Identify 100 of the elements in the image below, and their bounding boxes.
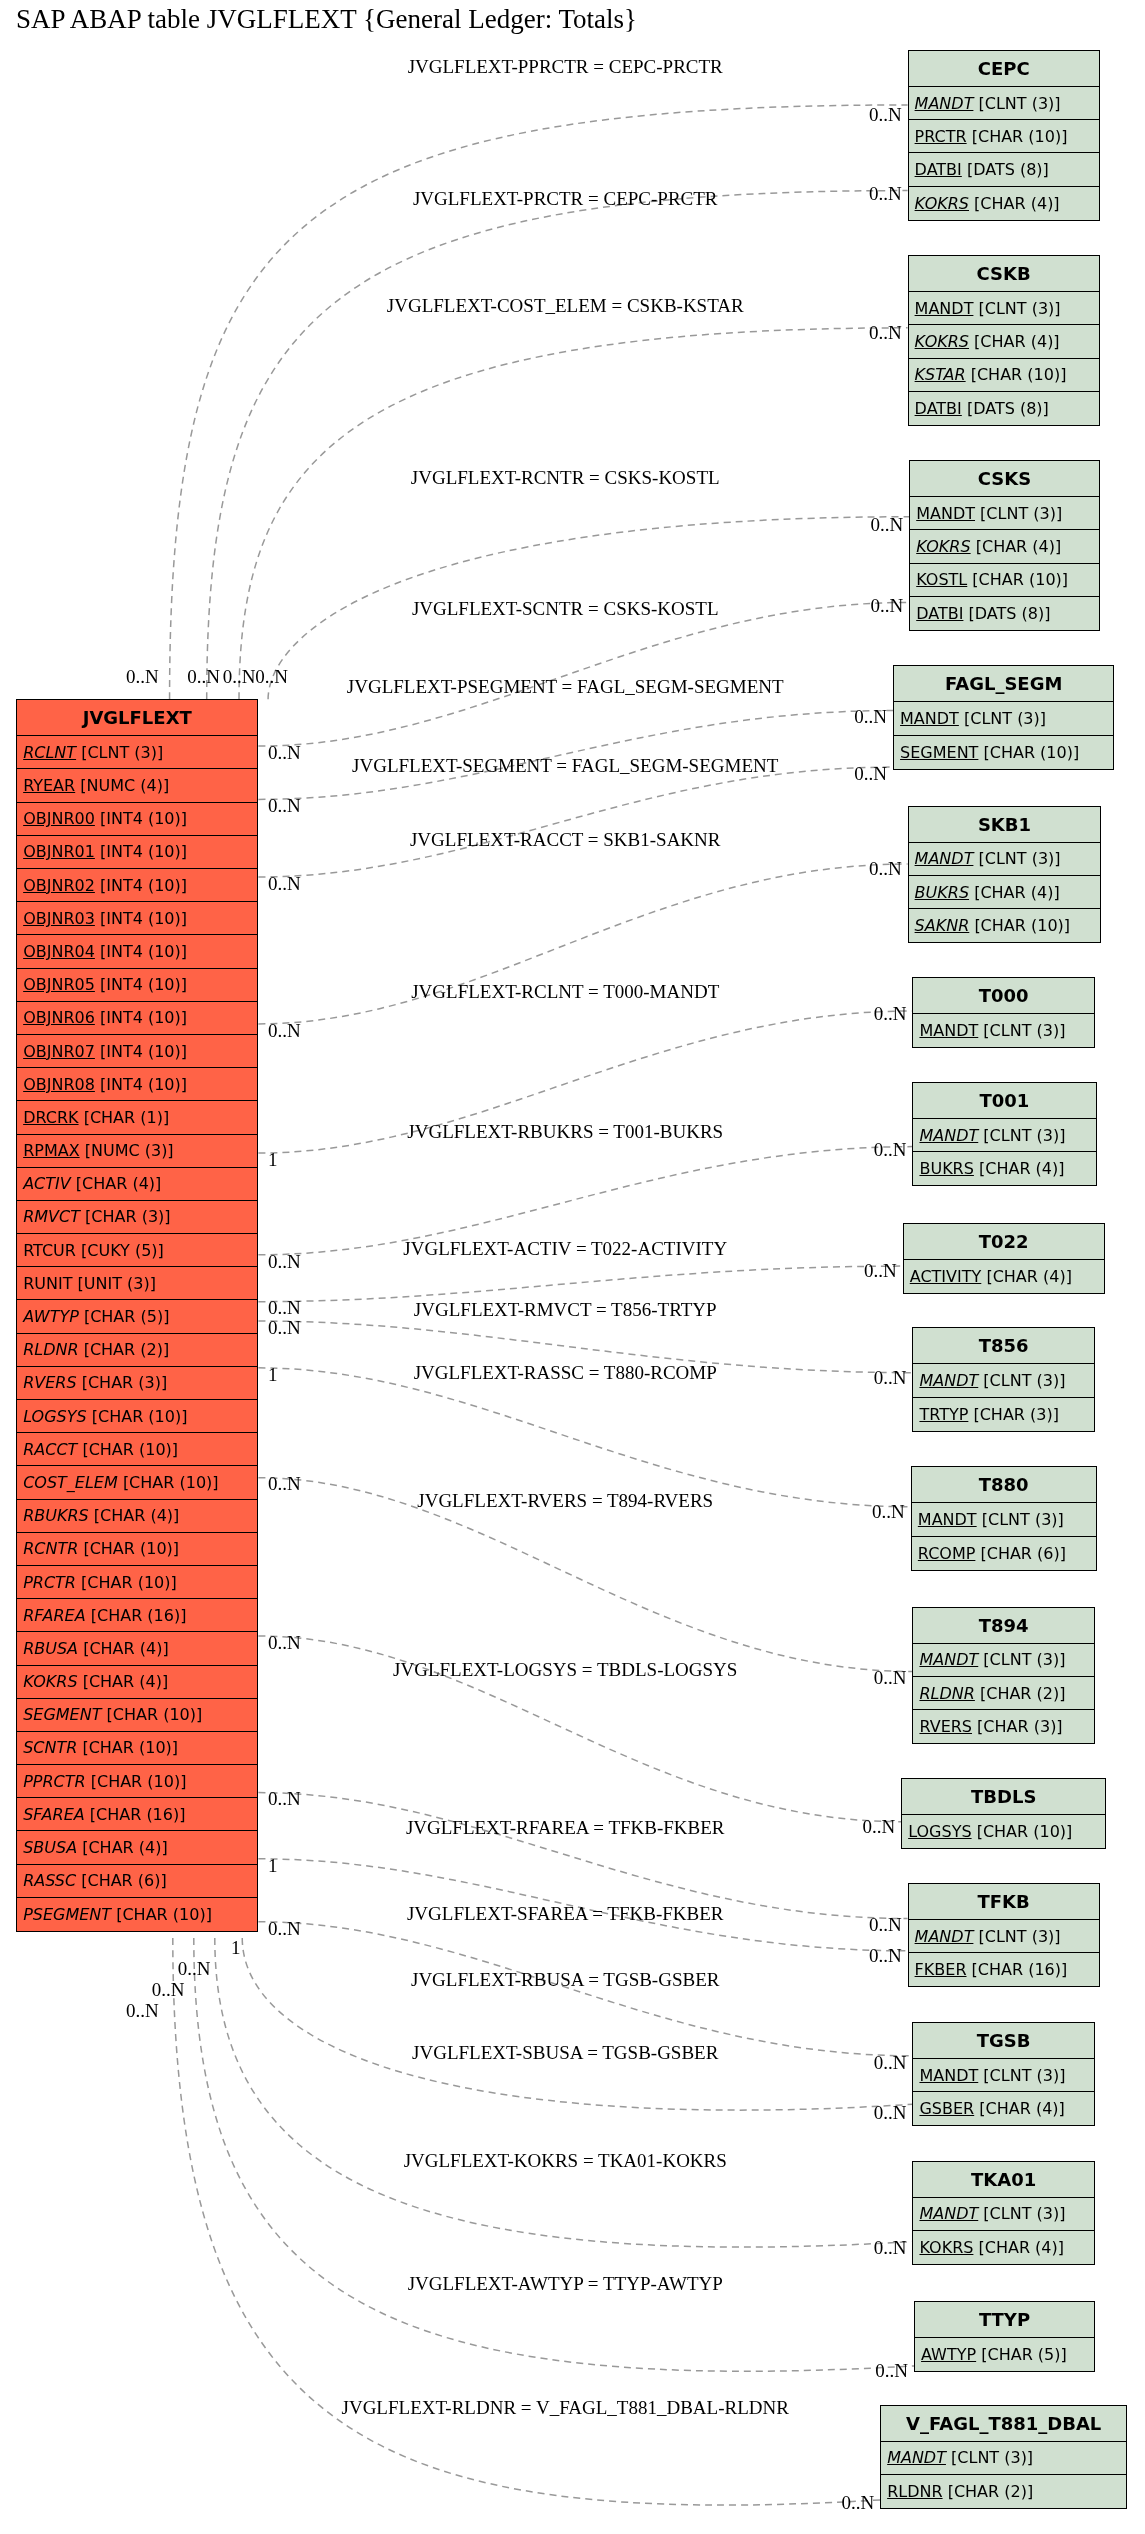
relationship-label: JVGLFLEXT-RFAREA = TFKB-FKBER — [405, 1818, 725, 1838]
field-row: RBUKRS [CHAR (4)] — [17, 1499, 258, 1533]
field-row: SBUSA [CHAR (4)] — [17, 1831, 258, 1865]
cardinality-label: 0..N — [873, 1367, 907, 1387]
field-row-text: AWTYP [CHAR (5)] — [920, 2344, 1068, 2367]
table-header: TBDLS — [902, 1779, 1106, 1816]
field-row: BUKRS [CHAR (4)] — [908, 876, 1101, 910]
field-row: RACCT [CHAR (10)] — [17, 1433, 258, 1467]
table-header: T022 — [903, 1223, 1104, 1260]
relationship-label: JVGLFLEXT-PSEGMENT = FAGL_SEGM-SEGMENT — [346, 676, 784, 696]
field-row: OBJNR06 [INT4 (10)] — [17, 1001, 258, 1035]
field-row: KOSTL [CHAR (10)] — [910, 563, 1099, 597]
field-row: MANDT [CLNT (3)] — [913, 1643, 1094, 1678]
field-row: ACTIV [CHAR (4)] — [17, 1167, 258, 1201]
table-header: CEPC — [908, 51, 1099, 88]
field-row: MANDT [CLNT (3)] — [908, 842, 1101, 877]
field-row-text: RCOMP [CHAR (6)] — [916, 1542, 1067, 1565]
cardinality-label: 0..N — [870, 515, 904, 535]
cardinality-label: 0..N — [268, 1020, 301, 1040]
cardinality-label: 0..N — [870, 595, 904, 615]
cardinality-label: 0..N — [125, 2000, 159, 2020]
field-row: OBJNR08 [INT4 (10)] — [17, 1068, 258, 1102]
field-row: KOKRS [CHAR (4)] — [910, 530, 1099, 564]
relationship-label: JVGLFLEXT-AWTYP = TTYP-AWTYP — [407, 2273, 723, 2293]
table-header: FAGL_SEGM — [894, 666, 1114, 703]
relationship-label: JVGLFLEXT-RMVCT = T856-TRTYP — [413, 1300, 717, 1320]
cardinality-label: 0..N — [151, 1979, 185, 1999]
table-header: T856 — [913, 1328, 1094, 1365]
field-row: LOGSYS [CHAR (10)] — [17, 1400, 258, 1434]
table-header: T000 — [913, 978, 1094, 1015]
field-row: RTCUR [CUKY (5)] — [17, 1234, 258, 1268]
relationship-label: JVGLFLEXT-SFAREA = TFKB-FKBER — [406, 1904, 724, 1923]
field-row: RLDNR [CHAR (2)] — [913, 1677, 1094, 1711]
table-header: TGSB — [913, 2022, 1094, 2059]
cardinality-label: 1 — [268, 1149, 278, 1169]
field-row: RYEAR [NUMC (4)] — [17, 769, 258, 803]
field-row: RASSC [CHAR (6)] — [17, 1864, 258, 1898]
table-header: CSKB — [908, 256, 1099, 293]
field-row-text: FKBER [CHAR (16)] — [913, 1959, 1069, 1982]
cardinality-label: 1 — [230, 1937, 241, 1957]
relationship-label: JVGLFLEXT-RBUKRS = T001-BUKRS — [407, 1122, 724, 1142]
field-row: RUNIT [UNIT (3)] — [17, 1267, 258, 1301]
relationship-label: JVGLFLEXT-SCNTR = CSKS-KOSTL — [411, 599, 719, 619]
relationship-label: JVGLFLEXT-KOKRS = TKA01-KOKRS — [403, 2151, 727, 2171]
table-header: TFKB — [908, 1884, 1099, 1921]
field-row: KOKRS [CHAR (4)] — [17, 1665, 258, 1699]
cardinality-label: 1 — [268, 1364, 278, 1384]
relationship-label: JVGLFLEXT-RACCT = SKB1-SAKNR — [409, 830, 721, 850]
cardinality-label: 0..N — [873, 2102, 907, 2122]
cardinality-label: 0..N — [841, 2493, 875, 2513]
cardinality-label: 0..N — [872, 1501, 905, 1521]
field-row: DRCRK [CHAR (1)] — [17, 1101, 258, 1135]
cardinality-label: 0..N — [268, 1317, 301, 1337]
relationship-label: JVGLFLEXT-RCNTR = CSKS-KOSTL — [410, 468, 720, 488]
field-row: RPMAX [NUMC (3)] — [17, 1134, 258, 1168]
field-row-text: RVERS [CHAR (3)] — [918, 1716, 1064, 1739]
cardinality-label: 0..N — [873, 1004, 907, 1024]
field-row: PPRCTR [CHAR (10)] — [17, 1765, 258, 1799]
cardinality-label: 0..N — [268, 1632, 301, 1652]
diagram-title: SAP ABAP table JVGLFLEXT {General Ledger: Totals} — [16, 4, 637, 35]
field-row-text: PSEGMENT [CHAR (10)] — [22, 1903, 213, 1926]
relationship-label: JVGLFLEXT-RLDNR = V_FAGL_T881_DBAL-RLDNR — [341, 2398, 789, 2418]
field-row-text: SEGMENT [CHAR (10)] — [899, 741, 1081, 764]
field-row: OBJNR07 [INT4 (10)] — [17, 1034, 258, 1069]
relationship-label: JVGLFLEXT-RCLNT = T000-MANDT — [411, 981, 720, 1001]
field-row: OBJNR04 [INT4 (10)] — [17, 935, 258, 969]
field-row: RFAREA [CHAR (16)] — [17, 1599, 258, 1633]
cardinality-label: 0..N — [268, 796, 301, 816]
field-row: DATBI [DATS (8)] — [908, 153, 1099, 187]
cardinality-label: 0..N — [873, 1140, 907, 1160]
cardinality-label: 0..N — [268, 1789, 301, 1809]
table-header: SKB1 — [908, 806, 1101, 843]
cardinality-label: 0..N — [875, 2361, 909, 2381]
table-header: T894 — [913, 1607, 1094, 1644]
cardinality-label: 0..N — [862, 1816, 896, 1836]
field-row-text: MANDT [CLNT (3)] — [918, 1020, 1067, 1043]
relationship-label: JVGLFLEXT-RVERS = T894-RVERS — [417, 1490, 714, 1510]
relationship-label: JVGLFLEXT-RBUSA = TGSB-GSBER — [411, 1970, 720, 1990]
cardinality-label: 0..N — [222, 666, 256, 686]
cardinality-label: 0..N — [268, 873, 301, 893]
cardinality-label: 1 — [268, 1855, 278, 1875]
cardinality-label: 0..N — [873, 1668, 907, 1688]
cardinality-label: 0..N — [864, 1261, 897, 1281]
field-row: RVERS [CHAR (3)] — [17, 1366, 258, 1400]
field-row: MANDT [CLNT (3)] — [908, 292, 1099, 326]
cardinality-label: 0..N — [868, 859, 902, 879]
cardinality-label: 0..N — [268, 742, 301, 762]
field-row: OBJNR05 [INT4 (10)] — [17, 968, 258, 1002]
field-row: MANDT [CLNT (3)] — [908, 87, 1099, 121]
field-row: OBJNR03 [INT4 (10)] — [17, 902, 258, 936]
field-row: SCNTR [CHAR (10)] — [17, 1731, 258, 1766]
cardinality-label: 0..N — [187, 666, 221, 686]
relationship-label: JVGLFLEXT-SEGMENT = FAGL_SEGM-SEGMENT — [352, 755, 779, 775]
table-header: T001 — [913, 1083, 1096, 1119]
cardinality-label: 0..N — [854, 707, 888, 727]
cardinality-label: 0..N — [873, 2238, 907, 2258]
relationship-label: JVGLFLEXT-ACTIV = T022-ACTIVITY — [403, 1238, 728, 1258]
field-row-text: GSBER [CHAR (4)] — [918, 2098, 1066, 2121]
field-row-text: DATBI [DATS (8)] — [913, 397, 1050, 420]
cardinality-label: 0..N — [268, 1298, 301, 1318]
